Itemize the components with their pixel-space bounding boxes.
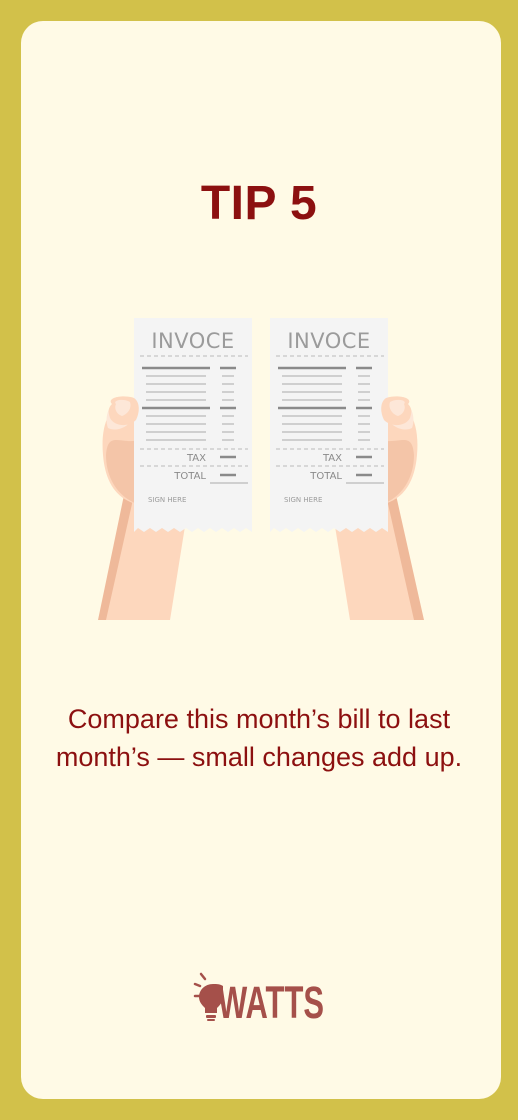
invoice-left: INVOCE TAX TOTAL SIGN HERE: [134, 318, 252, 532]
watts-logo: WATTS: [193, 972, 324, 1024]
invoice-left-total-label: TOTAL: [173, 471, 206, 482]
invoice-right-tax-label: TAX: [322, 453, 342, 464]
invoice-left-tax-label: TAX: [186, 453, 206, 464]
invoice-right-heading: INVOCE: [287, 329, 370, 353]
invoice-right-total-label: TOTAL: [309, 471, 342, 482]
invoice-right: INVOCE TAX TOTAL SIGN HERE: [270, 318, 388, 532]
tip-message: Compare this month’s bill to last month’…: [55, 704, 463, 772]
invoice-left-heading: INVOCE: [151, 329, 234, 353]
invoice-left-sign-label: SIGN HERE: [148, 496, 186, 504]
invoice-right-sign-label: SIGN HERE: [284, 496, 322, 504]
tip-title: TIP 5: [200, 177, 318, 230]
hands-holding-invoices-illustration: INVOCE TAX TOTAL SIGN HERE INVOCE TAX TO…: [98, 318, 424, 620]
brand-name: WATTS: [218, 977, 324, 1024]
